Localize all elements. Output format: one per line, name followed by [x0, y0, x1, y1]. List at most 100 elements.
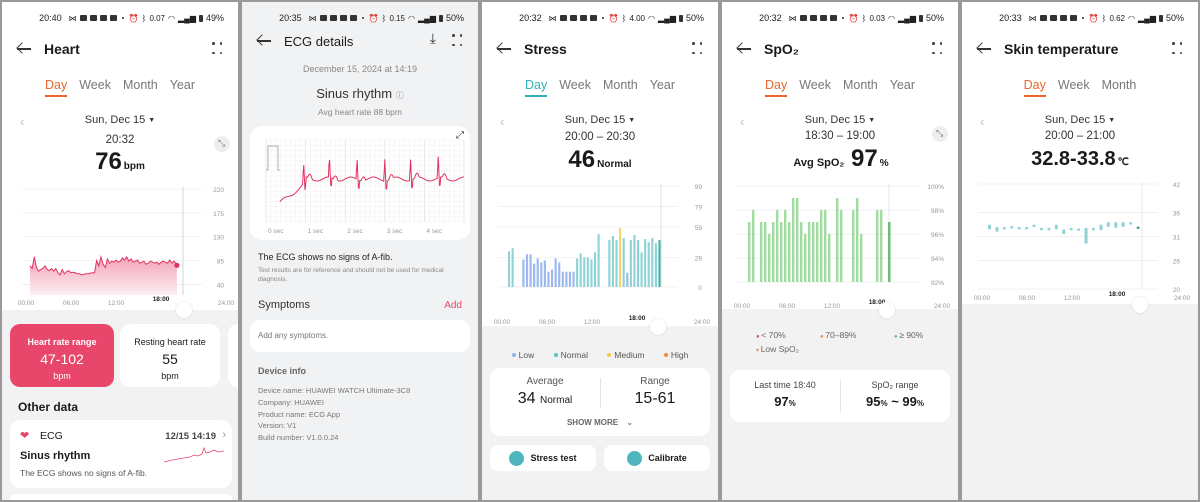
tab-day[interactable]: Day	[765, 78, 788, 97]
y-tick-label: 96%	[931, 232, 944, 239]
heart-rate-chart[interactable]: 40 85 130 175 220 00:00 06:00 12:00 18:00 24:00	[2, 177, 238, 312]
date-selector[interactable]: Sun, Dec 15 ▼	[482, 114, 718, 126]
ecg-list-item[interactable]: ❤ ECG 12/15 14:19 › Sinus rhythm The ECG…	[10, 420, 232, 488]
more-options-icon[interactable]	[452, 34, 462, 46]
app-icon	[109, 15, 117, 21]
tab-week[interactable]: Week	[559, 78, 591, 97]
tab-year[interactable]: Year	[650, 78, 675, 97]
more-options-icon[interactable]	[932, 42, 942, 54]
legend-item: ▾ Low SpO₂	[756, 344, 799, 354]
ecg-waveform-card[interactable]: 0 sec 1 sec 2 sec 3 sec 4 sec ⤢	[250, 126, 470, 240]
back-arrow-icon[interactable]	[496, 42, 512, 56]
heart-rate-range-card[interactable]: Heart rate range 47-102 bpm	[10, 324, 114, 387]
back-arrow-icon[interactable]	[976, 42, 992, 56]
next-list-item-peek[interactable]	[10, 494, 232, 500]
period-tabs: Day Week Month Year	[722, 78, 958, 97]
resting-heart-rate-card[interactable]: Resting heart rate 55 bpm	[120, 324, 220, 387]
download-icon[interactable]: ⤓	[430, 30, 436, 47]
tab-day[interactable]: Day	[45, 78, 68, 97]
back-arrow-icon[interactable]	[736, 42, 752, 56]
back-arrow-icon[interactable]	[16, 42, 32, 56]
stress-bar	[550, 269, 554, 287]
tab-day[interactable]: Day	[1023, 78, 1046, 97]
y-tick-label: 29	[695, 255, 703, 262]
tab-year[interactable]: Year	[890, 78, 915, 97]
stress-bar	[533, 263, 536, 287]
tab-week[interactable]: Week	[79, 78, 111, 97]
show-more-button[interactable]: SHOW MORE ⌄	[490, 418, 710, 427]
avg-spo2-label: Avg SpO₂	[793, 157, 845, 169]
tab-month[interactable]: Month	[603, 78, 638, 97]
chart-scrubber-handle[interactable]	[1132, 297, 1148, 313]
expand-icon[interactable]: ⤢	[456, 130, 464, 141]
temperature-range: 32.8-33.8	[1031, 148, 1116, 170]
stress-bar	[568, 271, 572, 287]
wifi-icon: ◠	[1128, 13, 1135, 23]
spo2-bar	[836, 198, 839, 282]
spo2-bar	[828, 234, 831, 282]
stress-chart[interactable]: 0 29 59 79 99 00:00 06:00 12:00 18:00 24:00	[482, 174, 718, 324]
stress-bar	[572, 271, 575, 287]
ecg-disclaimer: Test results are for reference and shoul…	[258, 267, 444, 283]
tab-month[interactable]: Month	[123, 78, 158, 97]
skin-temperature-chart[interactable]: 42 36 31 26 20 00:00 06:00 12:00 18:00 24:00	[962, 172, 1198, 307]
legend-item: Low	[511, 350, 534, 360]
app-icon	[79, 15, 87, 21]
chart-scrubber-handle[interactable]	[650, 319, 666, 335]
fullscreen-icon[interactable]	[214, 136, 230, 152]
stress-value: 46 Normal	[482, 146, 718, 174]
spo2-chart[interactable]: 100%98%96%94%92%00:00 06:00 12:0018:0024:0…	[722, 174, 958, 309]
temperature-range-mark	[1121, 222, 1125, 227]
temperature-range-mark	[1032, 224, 1036, 228]
stress-bar	[586, 257, 589, 287]
show-more-label: SHOW MORE	[566, 418, 619, 427]
tab-week[interactable]: Week	[1058, 78, 1090, 97]
period-tabs: Day Week Month Year	[2, 78, 238, 97]
date-selector[interactable]: Sun, Dec 15 ▼	[962, 114, 1198, 126]
more-notifications-icon	[601, 17, 604, 19]
tab-year[interactable]: Year	[170, 78, 195, 97]
back-arrow-icon[interactable]	[256, 34, 272, 48]
y-tick-label: 0	[698, 285, 702, 292]
status-time: 20:40	[39, 13, 62, 23]
date-selector[interactable]: Sun, Dec 15 ▼	[722, 114, 958, 126]
legend-item: High	[663, 350, 688, 360]
chart-scrubber-handle[interactable]	[176, 302, 192, 318]
battery-icon	[918, 14, 923, 22]
page-title: Heart	[44, 41, 80, 57]
tab-day[interactable]: Day	[525, 78, 548, 97]
tab-month[interactable]: Month	[1102, 78, 1137, 97]
y-tick-label: 36	[1173, 211, 1181, 218]
stress-bar	[633, 234, 636, 287]
period-tabs: Day Week Month	[962, 78, 1198, 97]
more-options-icon[interactable]	[1172, 42, 1182, 54]
x-tick-label: 12:00	[1064, 295, 1081, 302]
fullscreen-icon[interactable]	[932, 126, 948, 142]
card-value: 55	[162, 351, 178, 367]
status-time: 20:35	[279, 13, 302, 23]
stress-bar	[622, 238, 625, 287]
spo2-bar	[776, 210, 779, 282]
calibrate-button[interactable]: Calibrate	[604, 445, 710, 471]
date-selector[interactable]: Sun, Dec 15 ▼	[2, 114, 238, 126]
add-symptoms-button[interactable]: Add	[444, 300, 462, 311]
app-icon	[829, 15, 837, 21]
more-options-icon[interactable]	[692, 42, 702, 54]
temperature-range-mark	[1106, 222, 1110, 227]
temperature-range-mark	[1010, 226, 1014, 229]
chart-scrubber-handle[interactable]	[879, 302, 895, 318]
more-options-icon[interactable]	[212, 42, 222, 54]
card-label: Heart rate range	[27, 337, 97, 347]
stress-bar	[593, 252, 597, 287]
legend-dot	[663, 353, 668, 357]
symptoms-input[interactable]: Add any symptoms.	[250, 320, 470, 352]
stress-test-button[interactable]: Stress test	[490, 445, 596, 471]
tab-week[interactable]: Week	[799, 78, 831, 97]
current-point	[174, 262, 180, 268]
selected-time: 20:32	[105, 134, 135, 146]
tab-month[interactable]: Month	[843, 78, 878, 97]
wifi-icon: ◠	[888, 13, 895, 23]
info-icon[interactable]: ⓘ	[396, 91, 404, 100]
screenshot-strip: 20:40 ⋈ ⏰ ᛒ 0.07 ◠ ▂▄▆ 49% Heart Day Week…	[0, 0, 1200, 502]
next-card-peek[interactable]	[228, 324, 238, 387]
